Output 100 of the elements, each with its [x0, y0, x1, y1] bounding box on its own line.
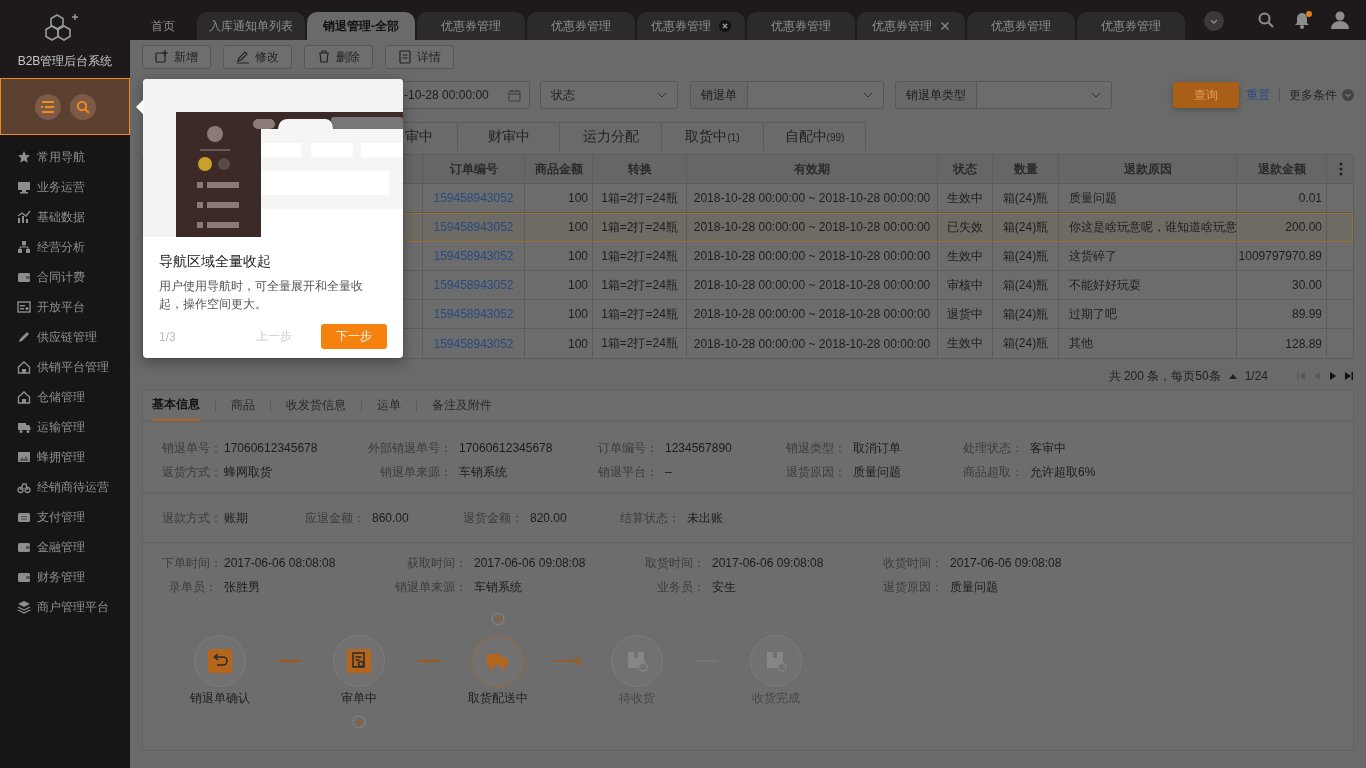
table-cell: 1箱=2打=24瓶: [593, 329, 687, 358]
toolbar-button[interactable]: 详情: [385, 45, 454, 69]
step-label: 审单中: [341, 691, 377, 705]
table-cell: 箱(24)瓶: [993, 271, 1059, 299]
pen-icon: [17, 330, 31, 344]
table-cell: 箱(24)瓶: [993, 242, 1059, 270]
column-header: 商品金额: [525, 155, 593, 183]
select-field[interactable]: 销退单类型: [895, 81, 1112, 109]
truck-icon: [17, 420, 31, 434]
trash-icon: [317, 50, 331, 64]
detail-tab[interactable]: 运单: [377, 390, 401, 421]
order-link[interactable]: 159458943052: [423, 242, 525, 270]
detail-tab[interactable]: 备注及附件: [432, 390, 492, 421]
tab[interactable]: 优惠券管理: [417, 12, 525, 40]
table-cell: 89.99: [1237, 300, 1327, 328]
field-value: 车销系统: [458, 463, 508, 481]
close-icon[interactable]: [940, 21, 950, 31]
sidebar-item[interactable]: 蜂拥管理: [0, 442, 130, 472]
next-page-icon[interactable]: [1328, 371, 1338, 381]
sidebar-item[interactable]: 常用导航: [0, 142, 130, 172]
next-button[interactable]: 下一步: [321, 324, 387, 349]
bell-icon[interactable]: [1294, 11, 1310, 29]
toolbar-button[interactable]: 新增: [142, 45, 211, 69]
close-icon[interactable]: [719, 20, 731, 32]
more-conditions-link[interactable]: 更多条件: [1289, 86, 1337, 104]
chevron-circle-icon[interactable]: [1342, 89, 1354, 101]
page-indicator: 1/24: [1244, 369, 1268, 383]
column-header: 退款金额: [1237, 155, 1327, 183]
sidebar-item[interactable]: 基础数据: [0, 202, 130, 232]
monitor-icon: [17, 180, 31, 194]
tab[interactable]: 优惠券管理: [747, 12, 855, 40]
order-link[interactable]: 159458943052: [423, 184, 525, 212]
more-icon[interactable]: [1338, 162, 1343, 176]
table-cell: 不能好好玩耍: [1059, 271, 1237, 299]
sidebar-item[interactable]: 经销商待运营: [0, 472, 130, 502]
last-page-icon[interactable]: [1344, 371, 1354, 381]
status-select[interactable]: 状态: [540, 81, 678, 109]
field-value: 张胜男: [223, 578, 261, 596]
select-field[interactable]: 销退单: [690, 81, 884, 109]
sidebar-item[interactable]: 经营分析: [0, 232, 130, 262]
bicycle-icon: [17, 480, 31, 494]
tab[interactable]: 优惠券管理: [527, 12, 635, 40]
field-value: 账期: [223, 509, 249, 527]
caret-up-icon[interactable]: [1228, 373, 1237, 379]
sidebar-item[interactable]: 合同计费: [0, 262, 130, 292]
tab[interactable]: 优惠券管理: [967, 12, 1075, 40]
status-tab[interactable]: 运力分配: [560, 122, 662, 151]
tab[interactable]: 销退管理-全部: [307, 12, 415, 40]
table-cell: 生效中: [938, 242, 993, 270]
table-cell: 质量问题: [1059, 184, 1237, 212]
sidebar-item[interactable]: 仓储管理: [0, 382, 130, 412]
field-value: –: [664, 465, 673, 479]
popover-title: 导航区域全量收起: [159, 252, 272, 270]
field-value: 允许超取6%: [1029, 463, 1097, 481]
house-icon: [17, 390, 31, 404]
toolbar-button[interactable]: 修改: [223, 45, 292, 69]
table-cell: 2018-10-28 00:00:00 ~ 2018-10-28 00:00:00: [687, 184, 938, 212]
order-link[interactable]: 159458943052: [423, 271, 525, 299]
column-header: 数量: [993, 155, 1059, 183]
tab[interactable]: 入库通知单列表: [197, 12, 305, 40]
order-link[interactable]: 159458943052: [423, 213, 525, 241]
search-button[interactable]: [69, 93, 96, 120]
detail-tab[interactable]: 收发货信息: [286, 390, 346, 421]
sidebar-item[interactable]: 开放平台: [0, 292, 130, 322]
sidebar-item[interactable]: 金融管理: [0, 532, 130, 562]
toolbar-button[interactable]: 删除: [304, 45, 373, 69]
tab[interactable]: 首页: [130, 12, 196, 40]
order-link[interactable]: 159458943052: [423, 300, 525, 328]
dropdown-icon[interactable]: [1204, 11, 1224, 31]
chevron-down-icon: [1091, 92, 1101, 98]
tab[interactable]: 优惠券管理: [637, 12, 745, 40]
field-value: 取消订单: [852, 439, 902, 457]
table-cell: 2018-10-28 00:00:00 ~ 2018-10-28 00:00:00: [687, 242, 938, 270]
detail-tab[interactable]: 基本信息: [152, 390, 200, 421]
sidebar-item[interactable]: 供销平台管理: [0, 352, 130, 382]
sidebar-item[interactable]: 业务运营: [0, 172, 130, 202]
chevron-down-icon: [863, 92, 873, 98]
field-value: 安生: [711, 578, 737, 596]
detail-tab[interactable]: 商品: [231, 390, 255, 421]
window-icon: [17, 300, 31, 314]
sidebar-item[interactable]: 商户管理平台: [0, 592, 130, 622]
star-icon: [17, 150, 31, 164]
status-tab[interactable]: 财审中: [458, 122, 560, 151]
popover-pointer: [136, 99, 144, 115]
sidebar-item[interactable]: 财务管理: [0, 562, 130, 592]
step-label: 取货配送中: [468, 691, 528, 705]
user-icon[interactable]: [1330, 10, 1350, 30]
field-value: 2017-06-06 08:08:08: [223, 556, 337, 570]
sidebar-item[interactable]: 运输管理: [0, 412, 130, 442]
table-cell: 箱(24)瓶: [993, 184, 1059, 212]
tab[interactable]: 优惠券管理: [857, 12, 965, 40]
collapse-nav-button[interactable]: [34, 93, 61, 120]
sidebar-item[interactable]: 支付管理: [0, 502, 130, 532]
field-value: 质量问题: [949, 578, 999, 596]
sidebar-item[interactable]: 供应链管理: [0, 322, 130, 352]
query-button[interactable]: 查询: [1173, 82, 1239, 108]
order-link[interactable]: 159458943052: [423, 329, 525, 358]
tab[interactable]: 优惠券管理: [1077, 12, 1185, 40]
search-icon[interactable]: [1258, 12, 1274, 28]
table-cell: 100: [525, 213, 593, 241]
